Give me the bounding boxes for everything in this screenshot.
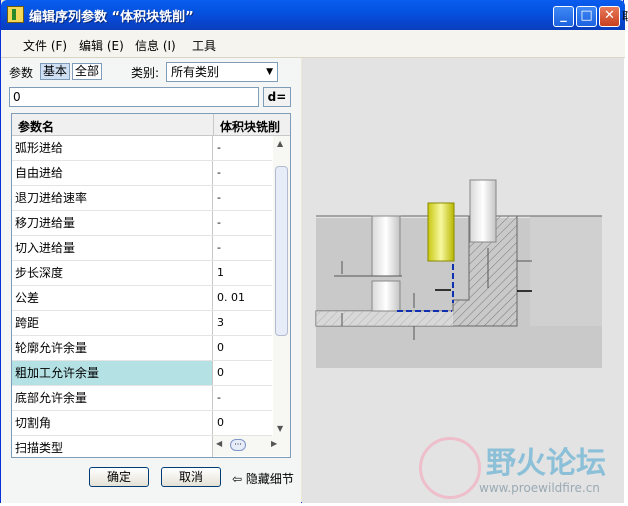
- arrow-left-icon: ⇦: [232, 472, 243, 486]
- param-name: 切割角: [12, 411, 213, 435]
- menu-file[interactable]: 文件 (F): [23, 37, 67, 54]
- menu-tools[interactable]: 工具: [192, 37, 216, 54]
- tool-left-upper: [371, 215, 401, 277]
- tool-right: [469, 179, 497, 243]
- edge-glyph: 取: [622, 10, 628, 23]
- workpiece-wall: [530, 216, 602, 326]
- table-row[interactable]: 移刀进给量 -: [12, 211, 272, 236]
- basic-toggle[interactable]: 基本: [40, 63, 71, 80]
- tool-yellow: [427, 202, 455, 262]
- horizontal-scrollbar[interactable]: ◀ ··· ▶: [213, 436, 290, 456]
- param-name: 切入进给量: [12, 236, 213, 260]
- category-value: 所有类别: [171, 65, 220, 79]
- hscroll-thumb[interactable]: ···: [230, 439, 246, 451]
- tool-left-lower: [371, 280, 401, 312]
- param-name: 退刀进给速率: [12, 186, 213, 210]
- param-value[interactable]: 3: [217, 311, 224, 335]
- menu-edit[interactable]: 编辑 (E): [79, 37, 124, 54]
- param-name: 步长深度: [12, 261, 213, 285]
- table-row[interactable]: 轮廓允许余量 0: [12, 336, 272, 361]
- param-value[interactable]: -: [217, 136, 221, 160]
- param-label: 参数: [9, 66, 34, 80]
- header-param-name: 参数名: [18, 120, 55, 134]
- header-volume-milling: 体积块铣削: [220, 120, 281, 134]
- param-name: 自由进给: [12, 161, 213, 185]
- table-row[interactable]: 自由进给 -: [12, 161, 272, 186]
- parameter-table: 参数名 体积块铣削 弧形进给 - 自由进给 - 退刀进给速率 - 移刀进给量 - 切入进…: [11, 113, 291, 458]
- table-row[interactable]: 步长深度 1: [12, 261, 272, 286]
- preview-panel: [302, 58, 624, 503]
- ok-button[interactable]: 确定: [89, 467, 149, 487]
- close-button[interactable]: ✕: [599, 6, 620, 27]
- menu-info[interactable]: 信息 (I): [135, 37, 176, 54]
- table-row[interactable]: 公差 0. 01: [12, 286, 272, 311]
- menu-bar: 文件 (F) 编辑 (E) 信息 (I) 工具: [1, 30, 625, 58]
- param-name: 粗加工允许余量: [12, 361, 213, 385]
- table-row[interactable]: 切入进给量 -: [12, 236, 272, 261]
- vertical-scrollbar[interactable]: ▲ ▼: [273, 136, 290, 436]
- maximize-button[interactable]: □: [576, 6, 597, 27]
- milling-illustration: [315, 179, 602, 368]
- param-value[interactable]: 0: [217, 336, 224, 360]
- d-equals-button[interactable]: d=: [263, 87, 291, 107]
- value-input[interactable]: 0: [9, 87, 259, 107]
- param-name: 移刀进给量: [12, 211, 213, 235]
- param-value[interactable]: -: [217, 186, 221, 210]
- scroll-right-icon[interactable]: ▶: [271, 439, 277, 448]
- param-name: 轮廓允许余量: [12, 336, 213, 360]
- window-title: 编辑序列参数 “体积块铣削”: [29, 10, 194, 25]
- hide-details-label: 隐藏细节: [245, 472, 294, 486]
- param-name: 公差: [12, 286, 213, 310]
- all-toggle[interactable]: 全部: [72, 63, 103, 80]
- param-value[interactable]: -: [217, 211, 221, 235]
- scroll-up-icon[interactable]: ▲: [277, 139, 283, 148]
- table-row[interactable]: 跨距 3: [12, 311, 272, 336]
- hide-details-link[interactable]: ⇦ 隐藏细节: [232, 470, 294, 487]
- category-select[interactable]: 所有类别 ▼: [166, 62, 278, 82]
- table-row[interactable]: 退刀进给速率 -: [12, 186, 272, 211]
- param-name: 弧形进给: [12, 136, 213, 160]
- table-row[interactable]: 切割角 0: [12, 411, 272, 436]
- minimize-button[interactable]: _: [553, 6, 574, 27]
- floor-strip: [316, 311, 453, 326]
- param-name: 跨距: [12, 311, 213, 335]
- param-value[interactable]: -: [217, 386, 221, 410]
- category-label: 类别:: [131, 66, 160, 80]
- scroll-left-icon[interactable]: ◀: [216, 439, 222, 448]
- chevron-down-icon: ▼: [266, 67, 273, 77]
- param-value[interactable]: 1: [217, 261, 224, 285]
- app-icon: [7, 6, 24, 23]
- watermark-url: www.proewildfire.cn: [479, 481, 600, 495]
- cancel-button[interactable]: 取消: [161, 467, 221, 487]
- param-name: 底部允许余量: [12, 386, 213, 410]
- watermark-name: 野火论坛: [486, 446, 606, 481]
- title-bar[interactable]: 编辑序列参数 “体积块铣削” _ □ ✕: [1, 0, 625, 30]
- table-row-selected[interactable]: 粗加工允许余量 0: [12, 361, 272, 386]
- scroll-down-icon[interactable]: ▼: [277, 424, 283, 433]
- scroll-thumb[interactable]: [275, 166, 288, 336]
- param-value[interactable]: 0. 01: [217, 286, 245, 310]
- header-divider: [213, 114, 214, 136]
- table-row[interactable]: 弧形进给 -: [12, 136, 272, 161]
- param-value[interactable]: 0: [217, 411, 224, 435]
- watermark-logo: [419, 437, 481, 499]
- param-name: 扫描类型: [12, 436, 213, 457]
- param-value[interactable]: 0: [217, 361, 224, 385]
- dialog-window: 编辑序列参数 “体积块铣削” _ □ ✕ 文件 (F) 编辑 (E) 信息 (I…: [0, 0, 625, 503]
- table-header: 参数名 体积块铣削: [12, 114, 290, 136]
- param-value[interactable]: -: [217, 236, 221, 260]
- table-row[interactable]: 底部允许余量 -: [12, 386, 272, 411]
- param-value[interactable]: -: [217, 161, 221, 185]
